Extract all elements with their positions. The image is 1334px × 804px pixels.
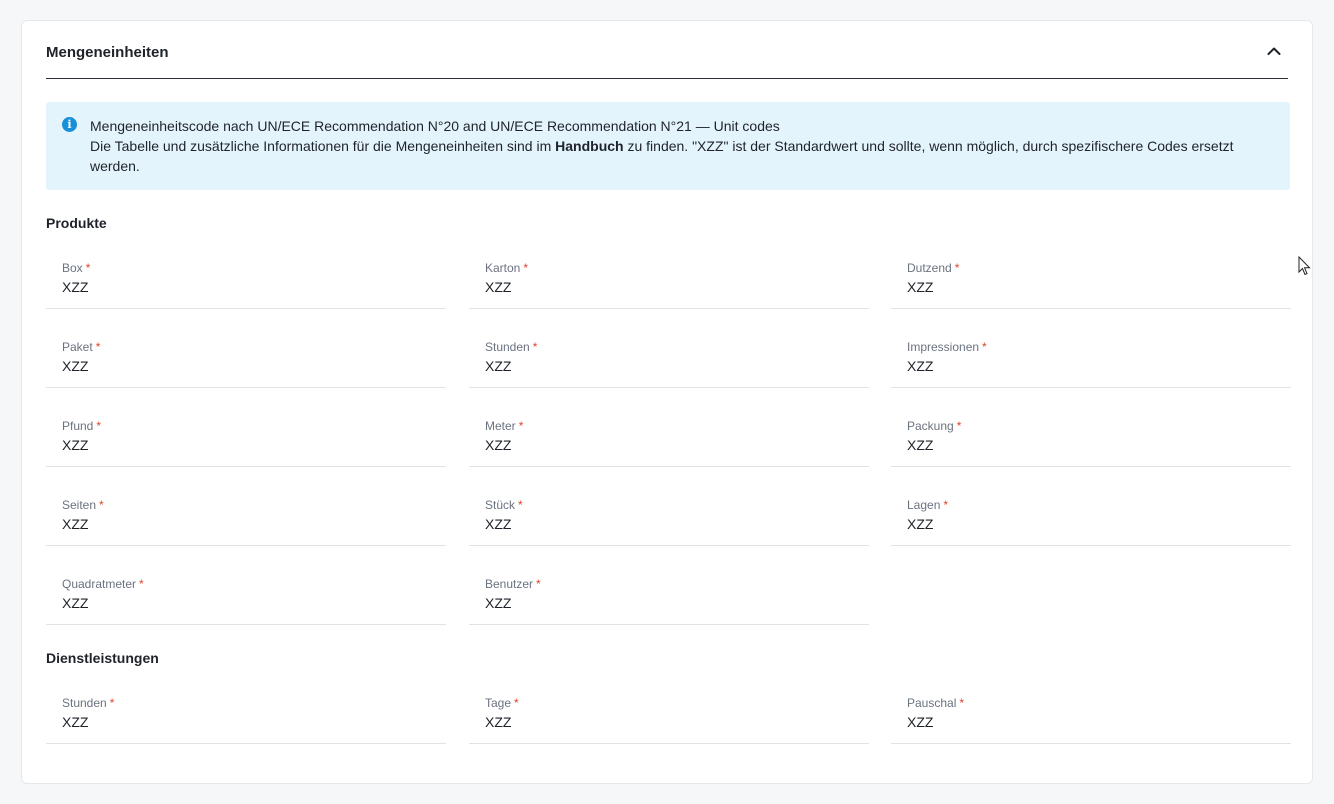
- field-label-text: Pauschal: [907, 696, 957, 710]
- field-value[interactable]: XZZ: [907, 437, 933, 453]
- field-label: Karton *: [485, 261, 528, 275]
- quantity-units-panel: Mengeneinheiten i Mengeneinheitscode nac…: [21, 20, 1313, 784]
- produkte-field-quadratmeter[interactable]: Quadratmeter * XZZ: [46, 566, 446, 625]
- field-label-text: Impressionen: [907, 340, 980, 354]
- field-label: Tage *: [485, 696, 519, 710]
- field-value[interactable]: XZZ: [907, 516, 933, 532]
- produkte-field-pfund[interactable]: Pfund * XZZ: [46, 408, 446, 467]
- required-marker: *: [96, 419, 102, 433]
- dienstleistungen-field-pauschal[interactable]: Pauschal * XZZ: [891, 685, 1291, 744]
- dienstleistungen-field-tage[interactable]: Tage * XZZ: [469, 685, 869, 744]
- field-label-text: Pfund: [62, 419, 94, 433]
- field-label-text: Benutzer: [485, 577, 534, 591]
- info-line-2-start: Die Tabelle und zusätzliche Informatione…: [90, 138, 556, 154]
- field-label-text: Tage: [485, 696, 512, 710]
- field-value[interactable]: XZZ: [907, 714, 933, 730]
- field-value[interactable]: XZZ: [485, 516, 511, 532]
- field-label-text: Meter: [485, 419, 516, 433]
- field-value[interactable]: XZZ: [485, 595, 511, 611]
- info-line-2: Die Tabelle und zusätzliche Informatione…: [90, 136, 1260, 176]
- info-icon: i: [62, 117, 77, 132]
- field-value[interactable]: XZZ: [485, 714, 511, 730]
- field-label: Packung *: [907, 419, 961, 433]
- field-label-text: Karton: [485, 261, 521, 275]
- produkte-field-seiten[interactable]: Seiten * XZZ: [46, 487, 446, 546]
- section-title-produkte: Produkte: [46, 215, 107, 231]
- field-label-text: Stück: [485, 498, 516, 512]
- required-marker: *: [518, 419, 524, 433]
- field-label: Pauschal *: [907, 696, 964, 710]
- required-marker: *: [109, 696, 115, 710]
- field-label: Dutzend *: [907, 261, 959, 275]
- field-label: Seiten *: [62, 498, 104, 512]
- required-marker: *: [532, 340, 538, 354]
- field-label-text: Packung: [907, 419, 954, 433]
- field-label-text: Stunden: [485, 340, 530, 354]
- produkte-field-box[interactable]: Box * XZZ: [46, 250, 446, 309]
- field-label: Impressionen *: [907, 340, 987, 354]
- field-label: Lagen *: [907, 498, 948, 512]
- produkte-field-karton[interactable]: Karton * XZZ: [469, 250, 869, 309]
- produkte-field-lagen[interactable]: Lagen * XZZ: [891, 487, 1291, 546]
- field-label-text: Paket: [62, 340, 93, 354]
- field-value[interactable]: XZZ: [62, 437, 88, 453]
- field-label-text: Lagen: [907, 498, 941, 512]
- field-label: Pfund *: [62, 419, 101, 433]
- produkte-field-impressionen[interactable]: Impressionen * XZZ: [891, 329, 1291, 388]
- required-marker: *: [943, 498, 949, 512]
- produkte-field-dutzend[interactable]: Dutzend * XZZ: [891, 250, 1291, 309]
- required-marker: *: [956, 419, 962, 433]
- field-value[interactable]: XZZ: [907, 279, 933, 295]
- field-label-text: Quadratmeter: [62, 577, 137, 591]
- section-title-dienstleistungen: Dienstleistungen: [46, 650, 159, 666]
- required-marker: *: [85, 261, 91, 275]
- required-marker: *: [954, 261, 960, 275]
- produkte-field-meter[interactable]: Meter * XZZ: [469, 408, 869, 467]
- field-label: Paket *: [62, 340, 100, 354]
- info-text: Mengeneinheitscode nach UN/ECE Recommend…: [90, 116, 1260, 176]
- field-value[interactable]: XZZ: [485, 358, 511, 374]
- field-value[interactable]: XZZ: [62, 714, 88, 730]
- produkte-field-packung[interactable]: Packung * XZZ: [891, 408, 1291, 467]
- info-alert: i Mengeneinheitscode nach UN/ECE Recomme…: [46, 102, 1290, 190]
- field-label-text: Dutzend: [907, 261, 952, 275]
- mouse-cursor-icon: [1298, 256, 1311, 276]
- required-marker: *: [982, 340, 987, 354]
- required-marker: *: [518, 498, 523, 512]
- produkte-field-benutzer[interactable]: Benutzer * XZZ: [469, 566, 869, 625]
- panel-header[interactable]: Mengeneinheiten: [46, 21, 1288, 79]
- info-line-1: Mengeneinheitscode nach UN/ECE Recommend…: [90, 118, 780, 134]
- panel-title: Mengeneinheiten: [46, 44, 169, 61]
- field-label: Stunden *: [62, 696, 114, 710]
- chevron-up-icon[interactable]: [1266, 43, 1282, 59]
- field-label: Quadratmeter *: [62, 577, 144, 591]
- produkte-field-stunden[interactable]: Stunden * XZZ: [469, 329, 869, 388]
- required-marker: *: [536, 577, 541, 591]
- required-marker: *: [99, 498, 104, 512]
- field-label-text: Box: [62, 261, 83, 275]
- field-label: Stück *: [485, 498, 523, 512]
- field-value[interactable]: XZZ: [62, 516, 88, 532]
- field-label: Meter *: [485, 419, 523, 433]
- field-label: Benutzer *: [485, 577, 541, 591]
- handbook-link[interactable]: Handbuch: [555, 138, 623, 154]
- field-label-text: Seiten: [62, 498, 97, 512]
- produkte-field-paket[interactable]: Paket * XZZ: [46, 329, 446, 388]
- field-value[interactable]: XZZ: [62, 358, 88, 374]
- dienstleistungen-field-stunden[interactable]: Stunden * XZZ: [46, 685, 446, 744]
- field-value[interactable]: XZZ: [485, 279, 511, 295]
- required-marker: *: [139, 577, 144, 591]
- required-marker: *: [95, 340, 101, 354]
- required-marker: *: [514, 696, 519, 710]
- field-value[interactable]: XZZ: [907, 358, 933, 374]
- field-value[interactable]: XZZ: [62, 595, 88, 611]
- produkte-field-stueck[interactable]: Stück * XZZ: [469, 487, 869, 546]
- field-label: Box *: [62, 261, 90, 275]
- field-value[interactable]: XZZ: [485, 437, 511, 453]
- field-label: Stunden *: [485, 340, 537, 354]
- required-marker: *: [523, 261, 529, 275]
- field-label-text: Stunden: [62, 696, 107, 710]
- required-marker: *: [959, 696, 965, 710]
- field-value[interactable]: XZZ: [62, 279, 88, 295]
